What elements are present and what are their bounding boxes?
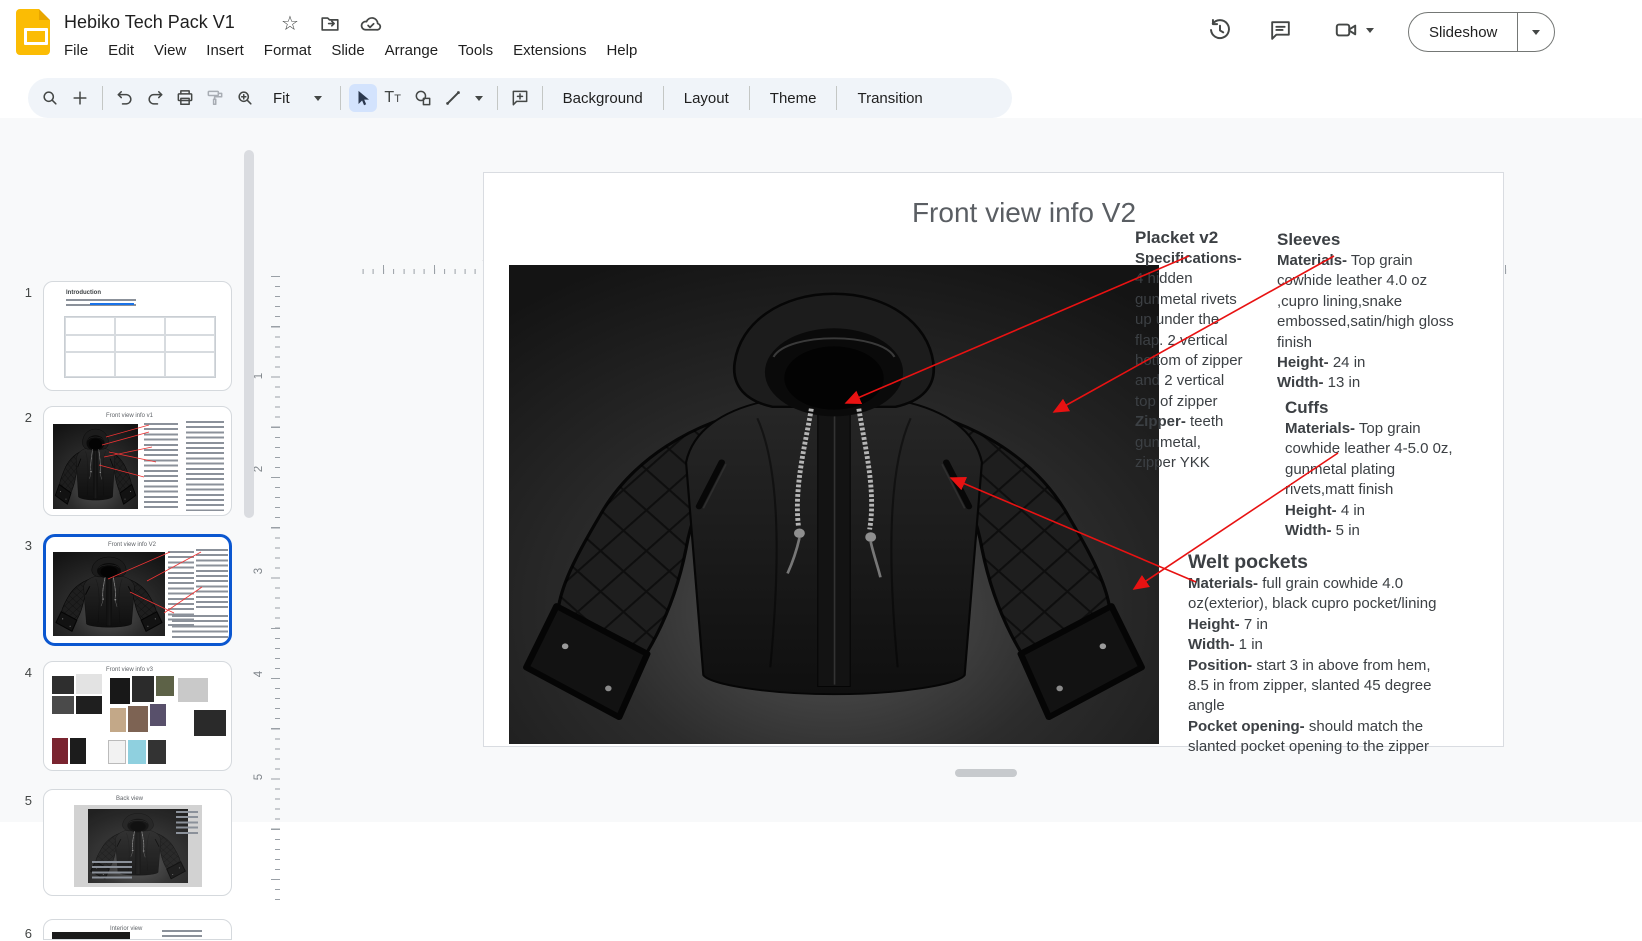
print-icon[interactable] [171,84,199,112]
menu-bar: File Edit View Insert Format Slide Arran… [54,39,647,62]
transition-button[interactable]: Transition [845,85,934,112]
star-icon[interactable]: ☆ [276,10,304,38]
slide-number: 1 [8,285,32,300]
menu-view[interactable]: View [144,39,196,62]
mini-link [90,303,134,305]
horizontal-scrollbar[interactable] [955,769,1017,777]
sleeves-textbox[interactable]: Sleeves Materials- Top grain cowhide lea… [1277,229,1507,394]
slide-number: 6 [8,926,32,941]
main-toolbar: Fit TT Background Layout Theme Transitio… [28,78,1012,118]
menu-help[interactable]: Help [596,39,647,62]
mini-interior-image [52,932,130,940]
slide-number: 3 [8,538,32,553]
menu-slide[interactable]: Slide [321,39,374,62]
slideshow-options-caret-icon[interactable] [1518,30,1554,35]
background-button[interactable]: Background [551,85,655,112]
mini-annotation-lines [44,407,232,516]
mini-annotation-lines [46,537,229,643]
slide-thumbnail-4[interactable]: Front view info v3 [43,661,232,771]
slides-logo[interactable] [16,9,50,55]
placket-textbox[interactable]: Placket v2 Specifications- 4 hidden gunm… [1135,227,1275,473]
mini-backview-image [74,805,202,887]
zoom-icon[interactable] [231,84,259,112]
toolbar-divider [749,86,750,110]
slideshow-button[interactable]: Slideshow [1409,24,1517,41]
menus-search-icon[interactable] [36,84,64,112]
toolbar-divider [102,86,103,110]
join-call-icon[interactable] [1332,16,1360,44]
call-options-caret-icon[interactable] [1366,28,1374,33]
slide-number: 4 [8,665,32,680]
slide-editing-area[interactable]: Front view info V2 Placket v2 Specificat… [483,172,1504,747]
mini-table [64,316,216,378]
zoom-select[interactable]: Fit [261,85,302,112]
slide-title-textbox[interactable]: Front view info V2 [724,197,1324,229]
cuffs-textbox[interactable]: Cuffs Materials- Top grain cowhide leath… [1285,397,1505,541]
toolbar-divider [340,86,341,110]
menu-file[interactable]: File [54,39,98,62]
shape-icon[interactable] [409,84,437,112]
menu-insert[interactable]: Insert [196,39,254,62]
theme-button[interactable]: Theme [758,85,829,112]
undo-icon[interactable] [111,84,139,112]
slideshow-button-group: Slideshow [1408,12,1555,52]
document-title[interactable]: Hebiko Tech Pack V1 [64,12,235,33]
welt-pockets-textbox[interactable]: Welt pockets Materials- full grain cowhi… [1188,550,1508,758]
redo-icon[interactable] [141,84,169,112]
layout-button[interactable]: Layout [672,85,741,112]
slide-thumbnail-5[interactable]: Back view [43,789,232,896]
move-folder-icon[interactable] [316,10,344,38]
cloud-saved-icon[interactable] [356,10,384,38]
line-icon[interactable] [439,84,467,112]
toolbar-divider [836,86,837,110]
slide-thumbnail-1[interactable]: Introduction [43,281,232,391]
comments-icon[interactable] [1266,16,1294,44]
version-history-icon[interactable] [1206,16,1234,44]
slide-number: 2 [8,410,32,425]
logo-fold [39,9,50,20]
slide-thumbnail-2[interactable]: Front view info v1 [43,406,232,516]
paint-format-icon[interactable] [201,84,229,112]
new-slide-icon[interactable] [66,84,94,112]
logo-slide-glyph [24,28,48,45]
slide-thumbnail-3-selected[interactable]: Front view info V2 [43,534,232,646]
menu-edit[interactable]: Edit [98,39,144,62]
toolbar-divider [663,86,664,110]
vertical-ruler: 1 2 3 4 5 [250,276,282,906]
toolbar-divider [542,86,543,110]
slide-number: 5 [8,793,32,808]
menu-tools[interactable]: Tools [448,39,503,62]
toolbar-divider [497,86,498,110]
zoom-caret-icon[interactable] [304,96,332,101]
menu-extensions[interactable]: Extensions [503,39,596,62]
jacket-image[interactable] [509,265,1159,744]
menu-format[interactable]: Format [254,39,322,62]
select-cursor-icon[interactable] [349,84,377,112]
insert-comment-icon[interactable] [506,84,534,112]
text-box-icon[interactable]: TT [379,84,407,112]
slide-thumbnail-6[interactable]: Interior view [43,919,232,940]
line-caret-icon[interactable] [469,96,489,101]
filmstrip-scrollbar[interactable] [244,150,254,518]
menu-arrange[interactable]: Arrange [375,39,448,62]
